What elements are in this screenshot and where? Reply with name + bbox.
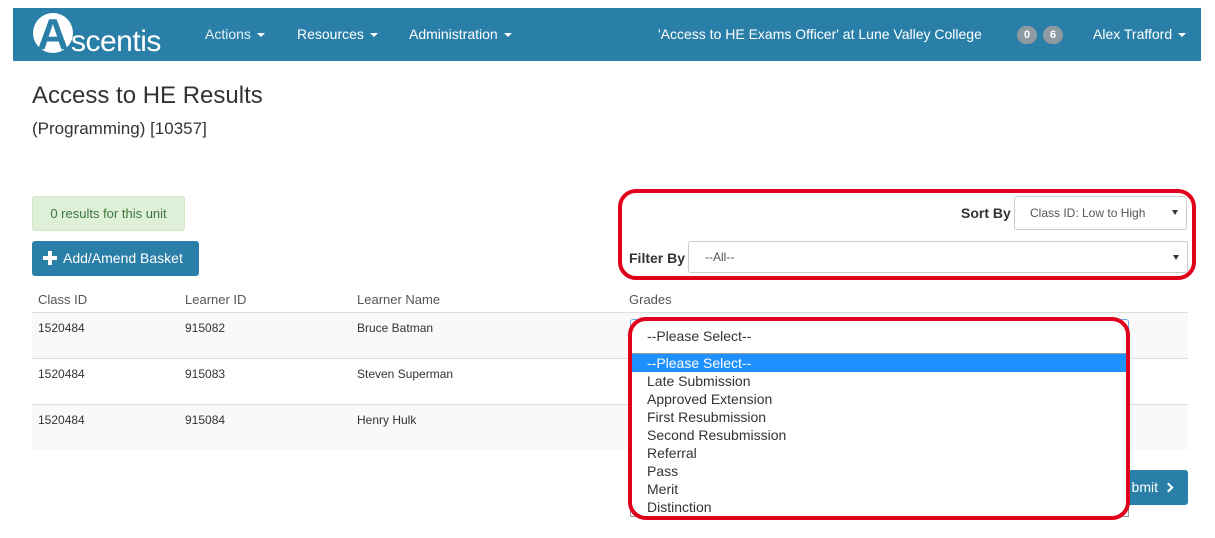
notification-badge[interactable]: 0 xyxy=(1017,26,1037,44)
plus-icon xyxy=(43,251,57,265)
column-header-class-id: Class ID xyxy=(38,292,88,307)
chevron-down-icon xyxy=(1173,255,1179,260)
grade-select-value: --Please Select-- xyxy=(647,328,752,344)
grade-options-list: --Please Select-- Late Submission Approv… xyxy=(630,353,1129,517)
grade-option-please-select[interactable]: --Please Select-- xyxy=(631,354,1128,372)
user-menu[interactable]: Alex Trafford xyxy=(1093,25,1187,43)
sort-by-select[interactable]: Class ID: Low to High xyxy=(1014,196,1187,230)
learner-id-cell: 915084 xyxy=(185,413,226,427)
caret-down-icon xyxy=(503,33,512,38)
grade-option-late-submission[interactable]: Late Submission xyxy=(631,372,1128,390)
role-link[interactable]: 'Access to HE Exams Officer' at Lune Val… xyxy=(658,25,982,43)
grade-option-merit[interactable]: Merit xyxy=(631,480,1128,498)
page-title: Access to HE Results xyxy=(32,82,263,109)
chevron-right-icon xyxy=(1163,482,1174,493)
submit-label: bmit xyxy=(1131,479,1158,495)
nav-resources-label: Resources xyxy=(297,26,364,42)
column-header-learner-name: Learner Name xyxy=(357,292,441,307)
column-header-learner-id: Learner ID xyxy=(185,292,247,307)
filter-by-value: --All-- xyxy=(705,250,735,264)
page-subtitle: (Programming) [10357] xyxy=(32,119,207,138)
class-id-cell: 1520484 xyxy=(38,413,85,427)
logo-initial: A xyxy=(37,10,69,59)
nav-resources-menu[interactable]: Resources xyxy=(297,25,378,43)
grade-option-distinction[interactable]: Distinction xyxy=(631,498,1128,516)
results-count-alert: 0 results for this unit xyxy=(32,196,185,231)
chevron-down-icon xyxy=(1172,210,1178,215)
caret-down-icon xyxy=(256,33,265,38)
grade-option-pass[interactable]: Pass xyxy=(631,462,1128,480)
ascentis-logo[interactable]: A scentis xyxy=(33,11,183,59)
column-header-grades: Grades xyxy=(629,292,672,307)
add-amend-basket-button[interactable]: Add/Amend Basket xyxy=(32,241,199,276)
logo-text: scentis xyxy=(71,25,161,58)
grade-select[interactable]: --Please Select-- xyxy=(630,319,1129,354)
message-badge[interactable]: 6 xyxy=(1043,26,1063,44)
sort-by-value: Class ID: Low to High xyxy=(1030,206,1146,220)
grade-option-approved-extension[interactable]: Approved Extension xyxy=(631,390,1128,408)
grade-option-referral[interactable]: Referral xyxy=(631,444,1128,462)
sort-by-label: Sort By xyxy=(961,205,1011,221)
learner-name-cell: Steven Superman xyxy=(357,367,454,381)
nav-actions-menu[interactable]: Actions xyxy=(205,25,265,43)
filter-by-label: Filter By xyxy=(629,250,686,266)
nav-administration-menu[interactable]: Administration xyxy=(409,25,512,43)
learner-id-cell: 915082 xyxy=(185,321,226,335)
learner-id-cell: 915083 xyxy=(185,367,226,381)
class-id-cell: 1520484 xyxy=(38,367,85,381)
nav-administration-label: Administration xyxy=(409,26,498,42)
learner-name-cell: Henry Hulk xyxy=(357,413,417,427)
filter-by-select[interactable]: --All-- xyxy=(688,241,1188,273)
top-navbar: A scentis Actions Resources Administrati… xyxy=(13,8,1201,61)
add-amend-basket-label: Add/Amend Basket xyxy=(63,250,183,266)
user-name: Alex Trafford xyxy=(1093,26,1173,42)
learner-name-cell: Bruce Batman xyxy=(357,321,434,335)
nav-actions-label: Actions xyxy=(205,26,251,42)
class-id-cell: 1520484 xyxy=(38,321,85,335)
caret-down-icon xyxy=(369,33,378,38)
caret-down-icon xyxy=(1178,33,1187,38)
grade-option-first-resubmission[interactable]: First Resubmission xyxy=(631,408,1128,426)
grade-option-second-resubmission[interactable]: Second Resubmission xyxy=(631,426,1128,444)
